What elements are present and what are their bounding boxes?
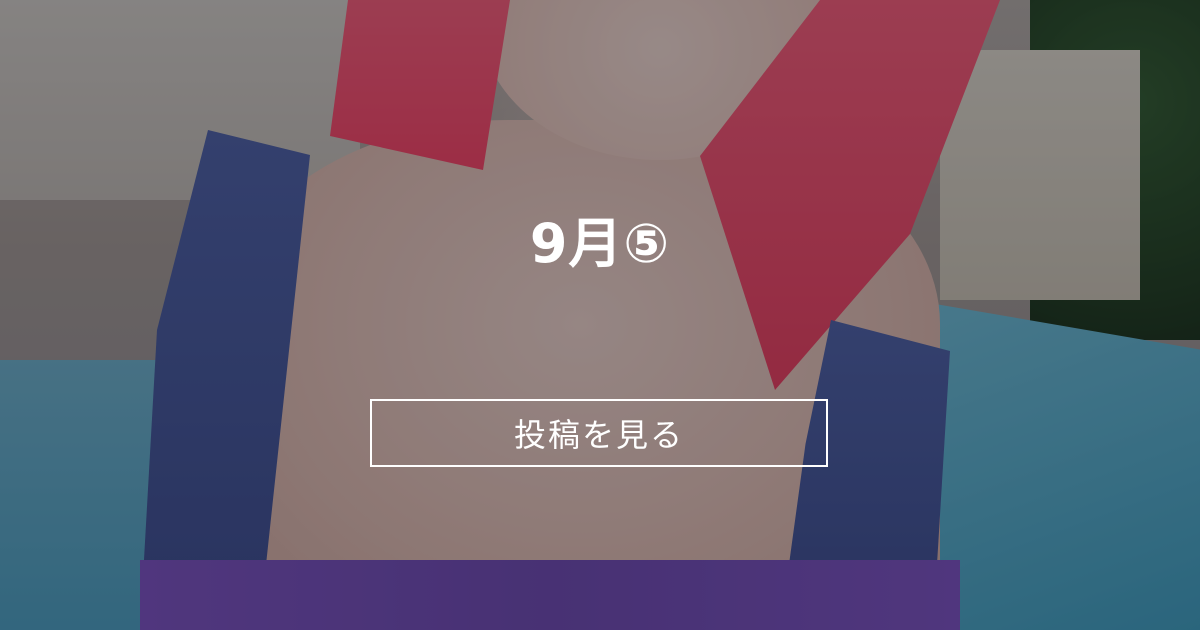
post-title: 9月⑤: [529, 212, 671, 275]
post-preview-card[interactable]: 9月⑤ 投稿を見る: [0, 0, 1200, 630]
dark-overlay: [0, 0, 1200, 630]
view-post-button[interactable]: 投稿を見る: [370, 399, 828, 467]
